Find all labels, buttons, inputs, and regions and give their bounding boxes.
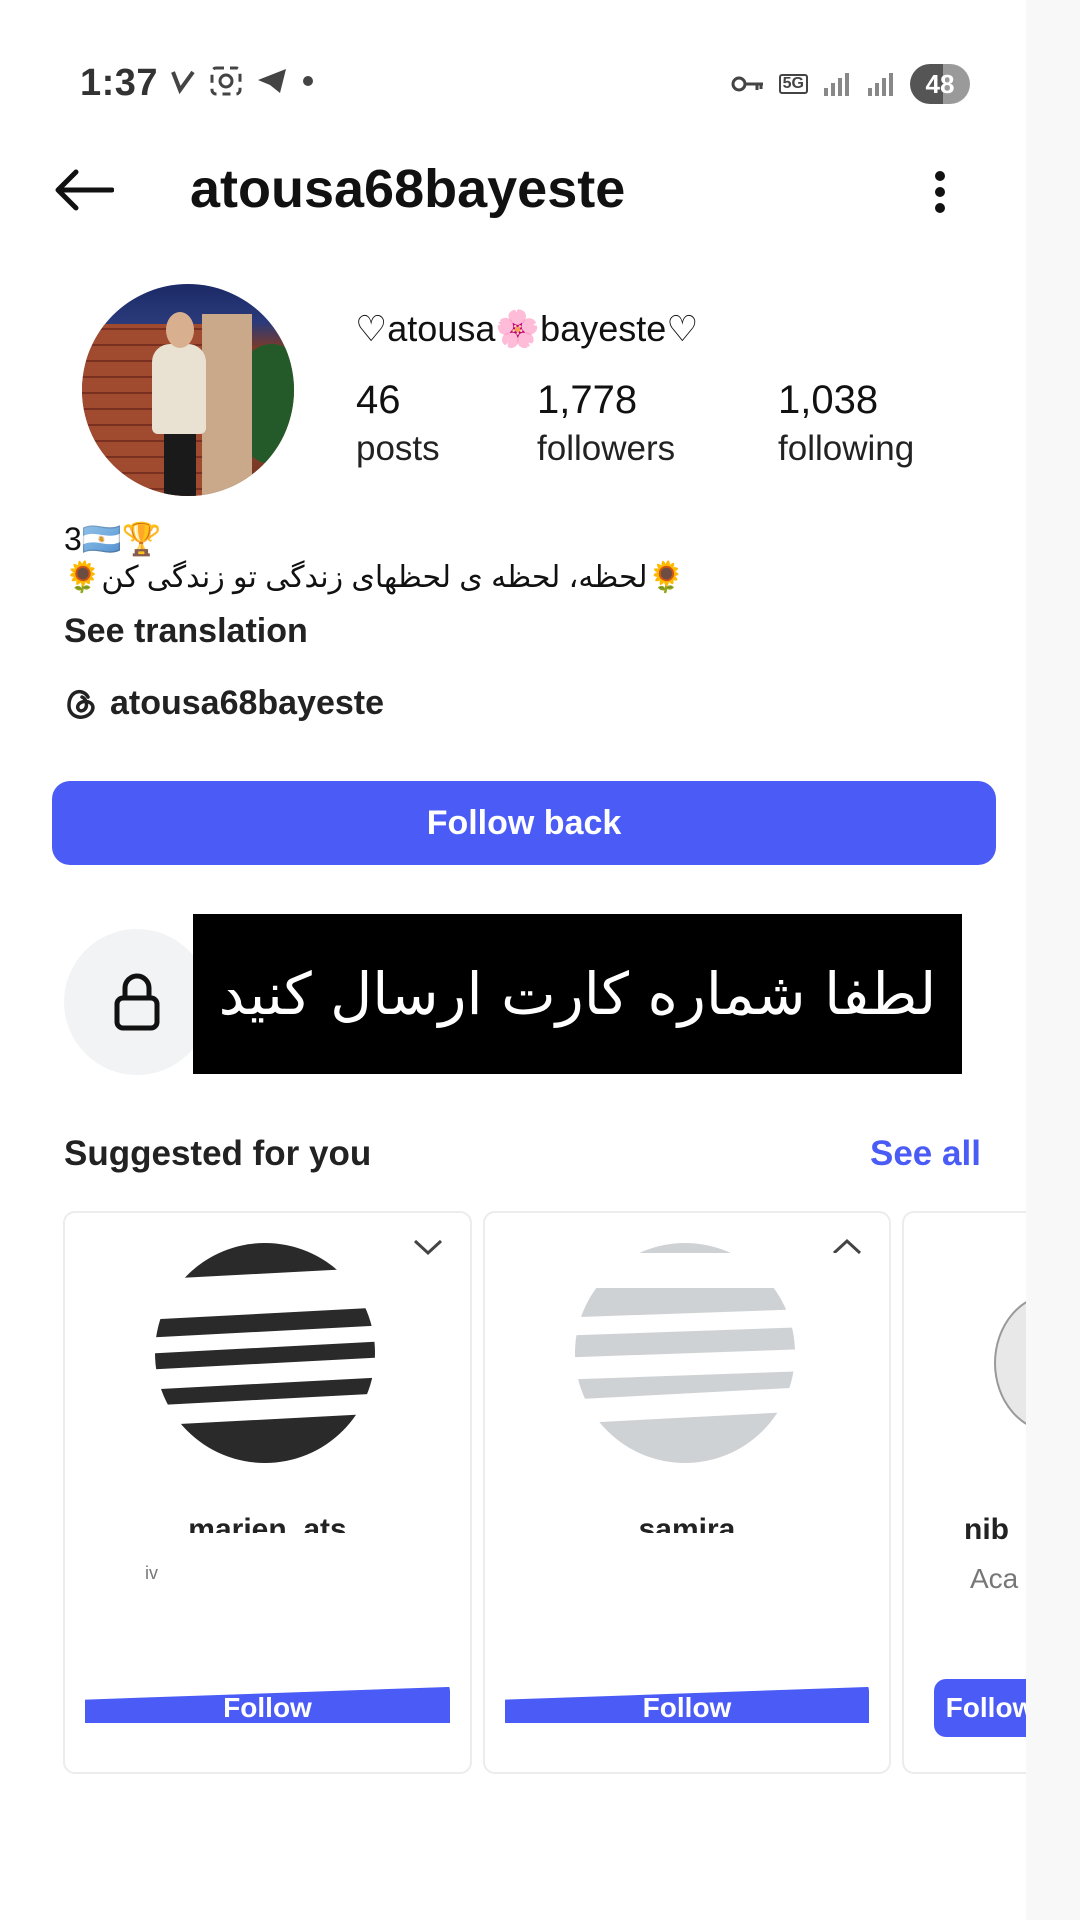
profile-screen: 1:37 5G 48 atousa68bayeste ♡atousa🌸bayes… <box>0 0 1080 1920</box>
back-button[interactable] <box>52 160 122 220</box>
see-translation-link[interactable]: See translation <box>64 612 308 651</box>
stat-posts-label: posts <box>356 429 440 468</box>
overlay-text: لطفا شماره کارت ارسال کنید <box>218 960 937 1028</box>
suggested-title: Suggested for you <box>64 1134 372 1173</box>
suggested-card[interactable]: nib Aca Follow <box>902 1211 1026 1774</box>
threads-handle: atousa68bayeste <box>110 684 385 722</box>
stat-followers-value: 1,778 <box>537 378 638 422</box>
follow-button[interactable]: Follow <box>934 1679 1026 1737</box>
follow-back-button[interactable]: Follow back <box>52 781 996 865</box>
signal-icon-2 <box>868 73 893 96</box>
key-icon <box>731 76 763 92</box>
stat-following-value: 1,038 <box>778 378 879 422</box>
suggested-subtitle: Aca <box>970 1563 1019 1594</box>
stat-posts-value: 46 <box>356 378 401 422</box>
bio-line-2: 🌻لحظه، لحظه ی لحظهای زندگی تو زندگی کن🌻 <box>64 561 685 594</box>
see-all-link[interactable]: See all <box>870 1134 981 1174</box>
screen-edge <box>1026 0 1080 1920</box>
screenshot-icon <box>210 66 242 96</box>
stat-following[interactable]: 1,038 following <box>778 378 914 469</box>
suggested-card[interactable]: samira Follow <box>483 1211 891 1774</box>
arrow-left-icon <box>55 169 114 211</box>
stat-followers-label: followers <box>537 429 676 468</box>
lock-icon <box>114 973 160 1031</box>
dismiss-chevron[interactable] <box>412 1237 444 1262</box>
suggested-subtitle: iv <box>145 1563 158 1583</box>
telegram-icon <box>258 69 286 93</box>
status-left-icons <box>170 66 314 96</box>
status-right-icons: 5G 48 <box>731 64 970 104</box>
profile-username-title: atousa68bayeste <box>190 159 626 219</box>
stat-followers[interactable]: 1,778 followers <box>537 378 675 469</box>
profile-avatar[interactable] <box>82 284 294 496</box>
vpn-check-icon <box>171 70 195 94</box>
private-account-lock <box>64 929 210 1075</box>
suggested-avatar <box>994 1293 1026 1433</box>
status-time: 1:37 <box>80 62 159 104</box>
threads-icon <box>67 689 95 719</box>
more-options-button[interactable] <box>920 162 960 222</box>
dot-icon <box>303 76 313 86</box>
bio-line-1: 3🇦🇷🏆 <box>64 521 162 557</box>
network-type-label: 5G <box>782 75 804 92</box>
profile-display-name: ♡atousa🌸bayeste♡ <box>355 308 699 349</box>
kebab-menu-icon <box>935 171 945 213</box>
overlay-text-banner: لطفا شماره کارت ارسال کنید <box>193 914 962 1074</box>
suggested-card[interactable]: marien_ats iv Follow <box>63 1211 472 1774</box>
suggested-name: nib <box>964 1513 1009 1546</box>
stat-following-label: following <box>778 429 915 468</box>
battery-indicator: 48 <box>910 64 970 104</box>
stat-posts[interactable]: 46 posts <box>356 378 440 469</box>
threads-link[interactable]: atousa68bayeste <box>64 684 384 723</box>
signal-icon <box>824 73 849 96</box>
chevron-down-icon <box>413 1239 443 1256</box>
network-type-icon: 5G <box>778 74 808 94</box>
